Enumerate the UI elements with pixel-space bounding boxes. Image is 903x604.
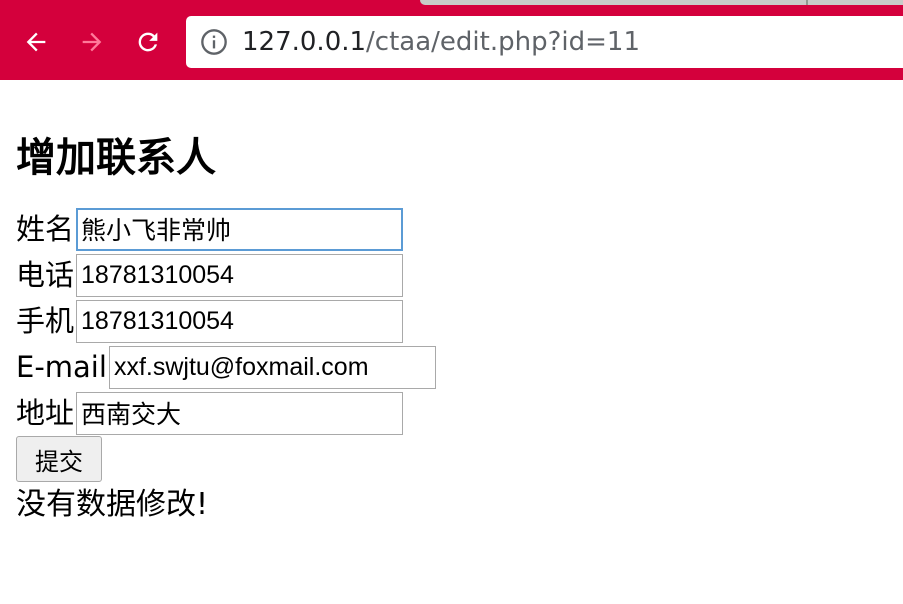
name-input[interactable] — [76, 207, 404, 251]
arrow-right-icon — [82, 32, 102, 52]
address-text[interactable]: 127.0.0.1/ctaa/edit.php?id=11 — [242, 24, 640, 60]
page-content: 增加联系人 姓名 电话 手机 E-mail 地址 提交 没有数据修改! — [0, 80, 903, 528]
name-label: 姓名 — [16, 212, 75, 246]
mobile-label: 手机 — [16, 304, 75, 338]
page-title: 增加联系人 — [16, 135, 216, 181]
browser-toolbar: 127.0.0.1/ctaa/edit.php?id=11 — [0, 0, 903, 80]
info-icon[interactable] — [200, 28, 228, 56]
field-row-mobile: 手机 — [16, 298, 903, 344]
address-input[interactable] — [76, 391, 404, 435]
phone-label: 电话 — [16, 258, 75, 292]
mobile-input[interactable] — [76, 299, 404, 343]
field-row-phone: 电话 — [16, 252, 903, 298]
status-message: 没有数据修改! — [16, 487, 209, 522]
submit-button[interactable]: 提交 — [16, 436, 102, 482]
arrow-left-icon — [26, 32, 46, 52]
reload-button[interactable] — [128, 22, 168, 62]
field-row-address: 地址 — [16, 390, 903, 436]
tab-strip — [420, 0, 903, 5]
address-bar[interactable]: 127.0.0.1/ctaa/edit.php?id=11 — [186, 16, 903, 68]
forward-button[interactable] — [72, 22, 112, 62]
email-input[interactable] — [108, 345, 436, 389]
address-label: 地址 — [16, 396, 75, 430]
field-row-email: E-mail — [16, 344, 903, 390]
contact-form: 姓名 电话 手机 E-mail 地址 提交 — [16, 206, 903, 482]
reload-icon — [138, 32, 158, 52]
address-host: 127.0.0.1 — [242, 27, 367, 57]
phone-input[interactable] — [76, 253, 404, 297]
email-label: E-mail — [16, 350, 107, 384]
address-path: /ctaa/edit.php?id=11 — [366, 27, 640, 57]
field-row-name: 姓名 — [16, 206, 903, 252]
back-button[interactable] — [16, 22, 56, 62]
